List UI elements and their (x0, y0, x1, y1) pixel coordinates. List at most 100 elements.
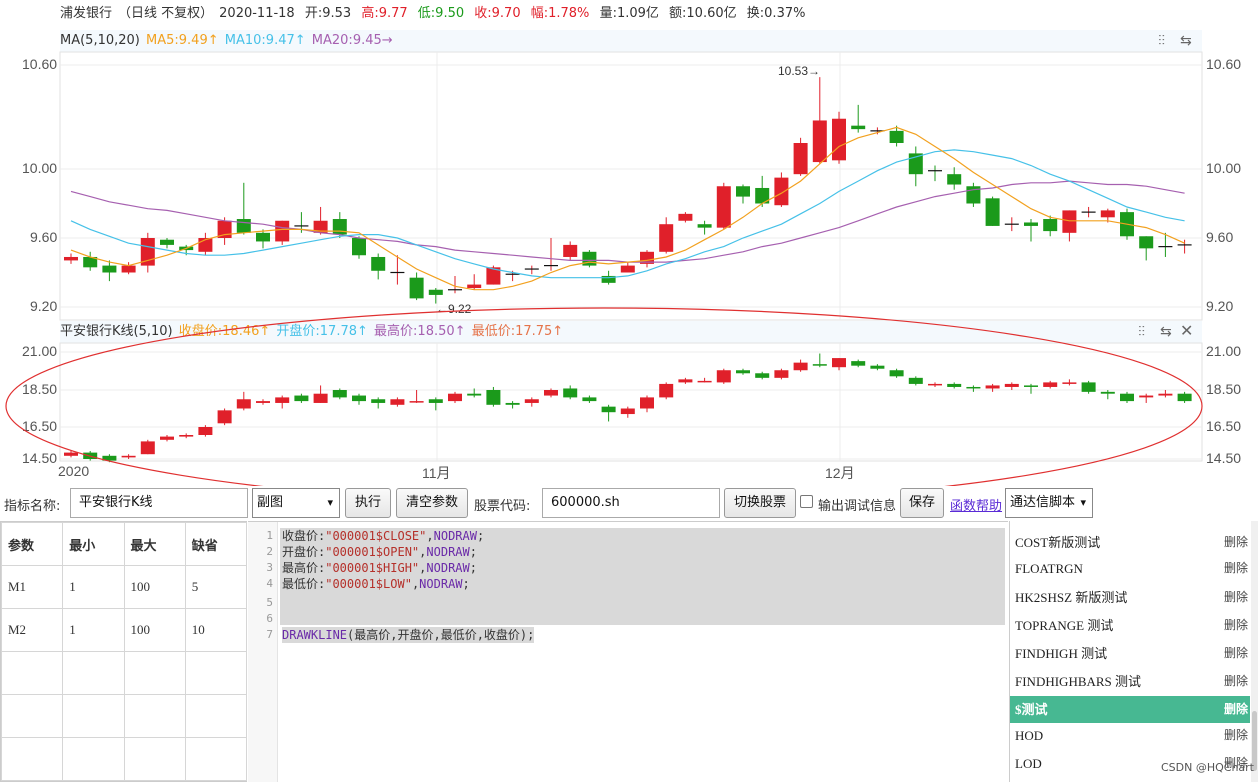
code-editor[interactable]: 1 2 3 4 5 6 7 收盘价:"000001$CLOSE",NODRAW;… (248, 521, 1008, 782)
sub-candle (1004, 383, 1019, 387)
param-default[interactable]: 5 (184, 565, 248, 609)
delete-button[interactable]: 删除 (1224, 722, 1248, 749)
main-candle (678, 213, 693, 221)
function-help-link[interactable]: 函数帮助 (950, 495, 1002, 514)
main-candle (256, 232, 270, 242)
sub-candle (1139, 395, 1154, 398)
col-header: 参数 (0, 522, 64, 566)
script-item[interactable]: $测试 删除 (1010, 696, 1250, 723)
indicator-name-input[interactable]: 平安银行K线 (70, 488, 248, 518)
low-marker: ←9.22 (436, 302, 472, 316)
main-candle (1100, 210, 1115, 218)
param-name[interactable]: M1 (0, 565, 64, 609)
sub-candle (198, 427, 213, 435)
script-item[interactable]: TOPRANGE 测试 删除 (1010, 612, 1250, 639)
script-item[interactable]: FLOATRGN 删除 (1010, 555, 1250, 582)
param-name[interactable]: M2 (0, 608, 64, 652)
code-line: 最低价:"000001$LOW",NODRAW; (282, 576, 470, 592)
param-default[interactable]: 10 (184, 608, 248, 652)
script-list: COST新版测试 删除 FLOATRGN 删除 HK2SHSZ 新版测试 删除 TOPRAN… (1009, 521, 1260, 782)
main-candle (716, 186, 731, 228)
empty-cell[interactable] (62, 737, 125, 781)
run-button[interactable]: 执行 (345, 488, 391, 518)
col-header: 最大 (123, 522, 186, 566)
debug-checkbox[interactable] (800, 495, 813, 508)
code-string: "000001$CLOSE" (325, 529, 427, 543)
script-item-label: HOD (1015, 728, 1044, 743)
panel-type-select[interactable]: 副图 ▾ (252, 488, 340, 518)
table-row (0, 651, 248, 695)
empty-cell[interactable] (0, 651, 64, 695)
script-item[interactable]: COST新版测试 删除 (1010, 529, 1250, 556)
main-candle (1139, 236, 1154, 249)
empty-cell[interactable] (0, 694, 64, 738)
code-var: 最低价: (282, 577, 326, 591)
empty-cell[interactable] (62, 651, 125, 695)
sub-candle (64, 452, 78, 456)
param-min[interactable]: 1 (62, 608, 125, 652)
stock-code-input[interactable]: 600000.sh (542, 488, 720, 518)
sub-candle (160, 436, 174, 440)
main-candle (236, 219, 251, 233)
stock-code-label: 股票代码: (474, 499, 531, 514)
empty-cell[interactable] (123, 694, 186, 738)
script-lang-select[interactable]: 通达信脚本 ▾ (1005, 488, 1093, 518)
empty-cell[interactable] (184, 694, 248, 738)
code-var: 最高价: (282, 561, 326, 575)
script-item[interactable]: HK2SHSZ 新版测试 删除 (1010, 584, 1250, 611)
sub-candle (486, 390, 501, 405)
switch-stock-button[interactable]: 切换股票 (724, 488, 796, 518)
code-punct: ; (469, 545, 477, 559)
sub-candle (313, 393, 328, 403)
empty-cell[interactable] (123, 651, 186, 695)
code-var: 收盘价: (282, 529, 326, 543)
param-min[interactable]: 1 (62, 565, 125, 609)
code-keyword: DRAWKLINE (282, 628, 348, 642)
empty-cell[interactable] (184, 651, 248, 695)
main-candle (409, 277, 424, 299)
empty-cell[interactable] (0, 737, 64, 781)
delete-button[interactable]: 删除 (1224, 668, 1248, 695)
sub-candle (716, 370, 731, 383)
param-max[interactable]: 100 (123, 608, 186, 652)
sub-candle (793, 362, 808, 371)
line-number: 4 (266, 577, 273, 590)
kline-chart[interactable]: 10.53→ ←9.22 (0, 0, 1260, 486)
main-candle (812, 120, 827, 163)
sub-candle (1062, 382, 1077, 384)
sub-candle (985, 385, 1000, 389)
sub-candle (870, 365, 885, 369)
delete-button[interactable]: 删除 (1224, 696, 1248, 723)
line-number: 1 (266, 529, 273, 542)
delete-button[interactable]: 删除 (1224, 555, 1248, 582)
watermark: CSDN @HQChart (1160, 761, 1254, 774)
main-candle (1043, 219, 1058, 232)
script-item-label: COST新版测试 (1015, 535, 1101, 550)
delete-button[interactable]: 删除 (1224, 640, 1248, 667)
sub-candle (544, 390, 558, 396)
code-string: "000001$OPEN" (325, 545, 420, 559)
delete-button[interactable]: 删除 (1224, 529, 1248, 556)
param-max[interactable]: 100 (123, 565, 186, 609)
params-table: 参数 最小 最大 缺省 M1 1 100 5 M2 1 100 10 (0, 521, 248, 782)
code-line: 最高价:"000001$HIGH",NODRAW; (282, 560, 477, 576)
save-button[interactable]: 保存 (900, 488, 944, 518)
empty-cell[interactable] (184, 737, 248, 781)
sub-candle (812, 364, 827, 366)
sub-candle (217, 410, 232, 424)
script-item[interactable]: HOD 删除 (1010, 722, 1250, 749)
sub-candle (582, 397, 597, 402)
main-candle (332, 219, 347, 235)
sub-candle (908, 377, 923, 384)
delete-button[interactable]: 删除 (1224, 612, 1248, 639)
empty-cell[interactable] (62, 694, 125, 738)
empty-cell[interactable] (123, 737, 186, 781)
scrollbar[interactable] (1251, 521, 1258, 782)
sub-candle (620, 408, 635, 415)
clear-params-button[interactable]: 清空参数 (396, 488, 468, 518)
delete-button[interactable]: 删除 (1224, 584, 1248, 611)
script-item[interactable]: FINDHIGH 测试 删除 (1010, 640, 1250, 667)
sub-candle (678, 379, 693, 383)
main-candle (659, 224, 674, 252)
script-item[interactable]: FINDHIGHBARS 测试 删除 (1010, 668, 1250, 695)
